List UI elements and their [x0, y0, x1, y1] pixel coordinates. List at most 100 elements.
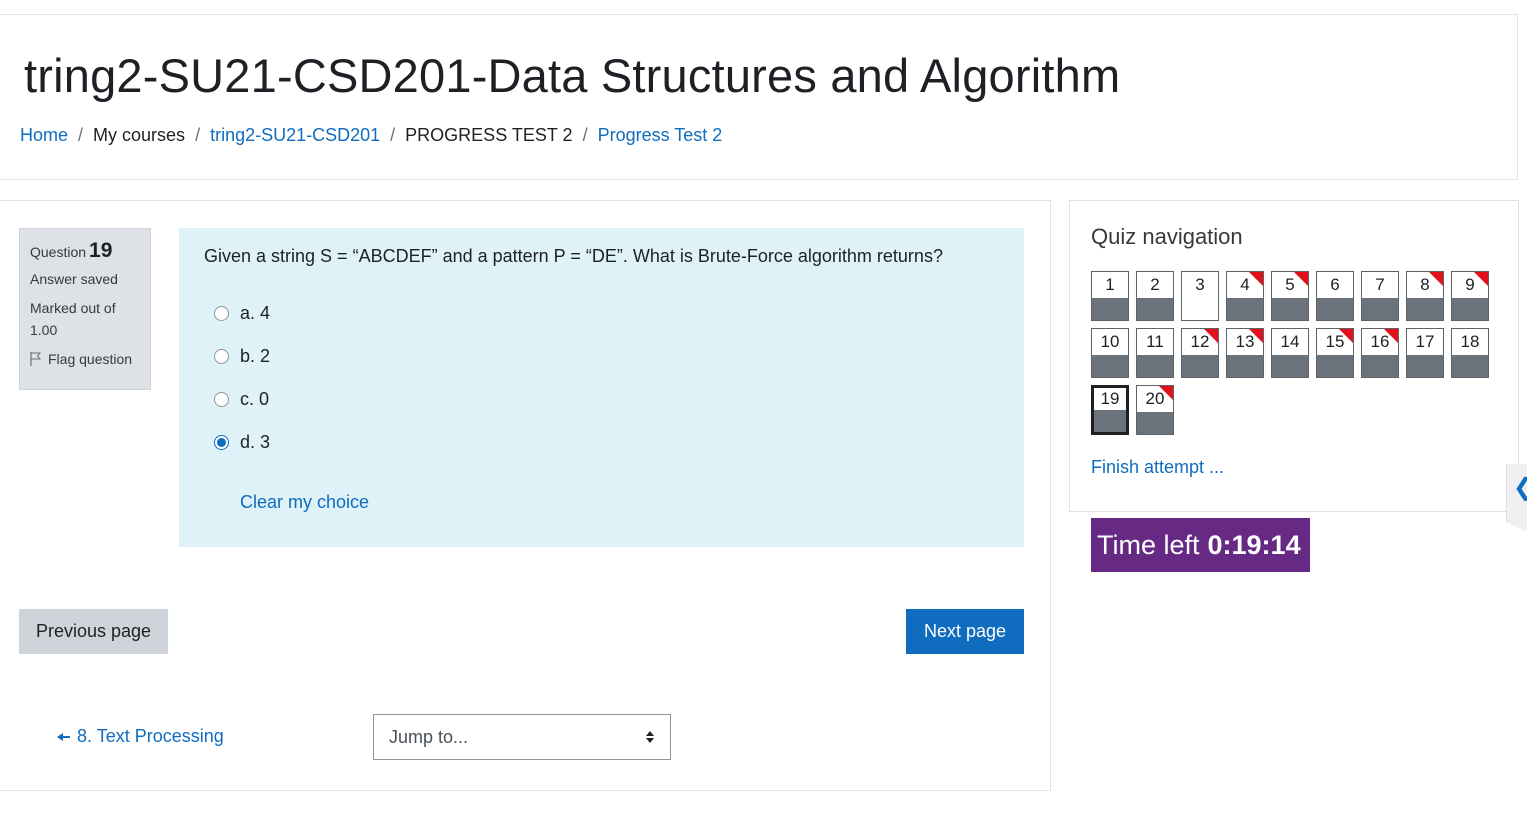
jump-to-select[interactable]: Jump to... [373, 714, 671, 760]
flag-marker-icon [1294, 272, 1308, 286]
quiz-nav-status-bar [1317, 355, 1353, 377]
quiz-nav-question-8[interactable]: 8 [1406, 271, 1444, 321]
flag-marker-icon [1429, 272, 1443, 286]
quiz-nav-status-bar [1452, 355, 1488, 377]
quiz-nav-question-18[interactable]: 18 [1451, 328, 1489, 378]
quiz-nav-status-bar [1094, 410, 1126, 432]
next-page-button[interactable]: Next page [906, 609, 1024, 654]
quiz-navigation-title: Quiz navigation [1091, 224, 1243, 249]
quiz-nav-question-13[interactable]: 13 [1226, 328, 1264, 378]
quiz-nav-status-bar [1317, 298, 1353, 320]
quiz-nav-status-bar [1452, 298, 1488, 320]
question-content: Given a string S = “ABCDEF” and a patter… [179, 228, 1024, 547]
breadcrumb-item[interactable]: Progress Test 2 [598, 125, 723, 146]
quiz-nav-question-5[interactable]: 5 [1271, 271, 1309, 321]
quiz-nav-status-bar [1137, 355, 1173, 377]
quiz-nav-question-7[interactable]: 7 [1361, 271, 1399, 321]
quiz-nav-question-4[interactable]: 4 [1226, 271, 1264, 321]
flag-icon [30, 352, 42, 366]
answer-option-d[interactable]: d. 3 [214, 432, 270, 453]
quiz-navigation-block: Quiz navigation 1 2 3 4 5 6 7 8 9 10 11 12 13 14 15 16 1… [1069, 200, 1519, 512]
quiz-nav-status-bar [1182, 298, 1218, 320]
quiz-nav-status-bar [1362, 298, 1398, 320]
clear-choice-link[interactable]: Clear my choice [240, 492, 369, 513]
quiz-nav-number: 3 [1182, 272, 1218, 299]
quiz-nav-number: 19 [1094, 388, 1126, 412]
quiz-nav-question-20[interactable]: 20 [1136, 385, 1174, 435]
quiz-nav-question-9[interactable]: 9 [1451, 271, 1489, 321]
time-left-timer: Time left 0:19:14 [1091, 518, 1310, 572]
arrow-left-icon [57, 732, 70, 741]
quiz-nav-number: 6 [1317, 272, 1353, 299]
quiz-nav-status-bar [1272, 298, 1308, 320]
answer-label: d. 3 [240, 432, 271, 452]
timer-label: Time left [1097, 529, 1200, 560]
quiz-nav-status-bar [1362, 355, 1398, 377]
sort-caret-icon [646, 731, 654, 743]
answer-radio[interactable] [214, 435, 229, 450]
answer-option-a[interactable]: a. 4 [214, 303, 270, 324]
quiz-nav-number: 10 [1092, 329, 1128, 356]
flag-marker-icon [1249, 329, 1263, 343]
breadcrumb-item[interactable]: Home [20, 125, 68, 146]
breadcrumb-item: My courses [93, 125, 186, 145]
answer-option-c[interactable]: c. 0 [214, 389, 269, 410]
quiz-nav-question-12[interactable]: 12 [1181, 328, 1219, 378]
quiz-nav-question-2[interactable]: 2 [1136, 271, 1174, 321]
quiz-nav-question-14[interactable]: 14 [1271, 328, 1309, 378]
quiz-nav-question-19[interactable]: 19 [1091, 385, 1129, 435]
quiz-nav-number: 14 [1272, 329, 1308, 356]
breadcrumb-item[interactable]: tring2-SU21-CSD201 [210, 125, 380, 146]
quiz-nav-number: 2 [1137, 272, 1173, 299]
breadcrumb-separator: / [78, 125, 84, 145]
quiz-nav-number: 1 [1092, 272, 1128, 299]
previous-activity-link[interactable]: 8. Text Processing [57, 726, 224, 747]
answer-label: a. 4 [240, 303, 271, 323]
flag-question-link[interactable]: Flag question [30, 351, 140, 367]
answer-option-b[interactable]: b. 2 [214, 346, 270, 367]
question-state: Answer saved [30, 271, 118, 287]
answer-radio[interactable] [214, 392, 229, 407]
answer-label: b. 2 [240, 346, 271, 366]
quiz-nav-question-10[interactable]: 10 [1091, 328, 1129, 378]
quiz-nav-number: 17 [1407, 329, 1443, 356]
quiz-nav-status-bar [1182, 355, 1218, 377]
quiz-nav-status-bar [1407, 355, 1443, 377]
quiz-nav-number: 11 [1137, 329, 1173, 356]
drawer-toggle[interactable]: ❮ [1506, 464, 1527, 536]
finish-attempt-link[interactable]: Finish attempt ... [1091, 457, 1224, 478]
quiz-nav-question-15[interactable]: 15 [1316, 328, 1354, 378]
flag-marker-icon [1249, 272, 1263, 286]
jump-to-value: Jump to... [389, 726, 469, 747]
chevron-left-icon: ❮ [1513, 473, 1527, 502]
flag-marker-icon [1204, 329, 1218, 343]
quiz-nav-status-bar [1407, 298, 1443, 320]
quiz-nav-question-11[interactable]: 11 [1136, 328, 1174, 378]
answer-radio[interactable] [214, 349, 229, 364]
flag-marker-icon [1384, 329, 1398, 343]
quiz-nav-question-3[interactable]: 3 [1181, 271, 1219, 321]
quiz-nav-status-bar [1227, 355, 1263, 377]
timer-value: 0:19:14 [1207, 529, 1301, 560]
previous-page-button[interactable]: Previous page [19, 609, 168, 654]
previous-activity-label: 8. Text Processing [77, 726, 224, 746]
answer-label: c. 0 [240, 389, 270, 409]
question-label: Question [30, 244, 87, 260]
flag-marker-icon [1474, 272, 1488, 286]
question-number-value: 19 [89, 239, 113, 262]
quiz-nav-number: 7 [1362, 272, 1398, 299]
quiz-nav-question-6[interactable]: 6 [1316, 271, 1354, 321]
quiz-nav-question-16[interactable]: 16 [1361, 328, 1399, 378]
quiz-nav-number: 18 [1452, 329, 1488, 356]
answer-radio[interactable] [214, 306, 229, 321]
flag-question-label: Flag question [48, 351, 133, 367]
flag-marker-icon [1339, 329, 1353, 343]
question-number: Question 19 [30, 239, 140, 263]
quiz-nav-question-1[interactable]: 1 [1091, 271, 1129, 321]
quiz-nav-question-17[interactable]: 17 [1406, 328, 1444, 378]
quiz-nav-status-bar [1137, 412, 1173, 434]
breadcrumb: Home / My courses / tring2-SU21-CSD201 / PROGR… [20, 125, 722, 146]
question-grade: Marked out of 1.00 [30, 300, 116, 338]
breadcrumb-separator: / [390, 125, 396, 145]
quiz-nav-status-bar [1272, 355, 1308, 377]
